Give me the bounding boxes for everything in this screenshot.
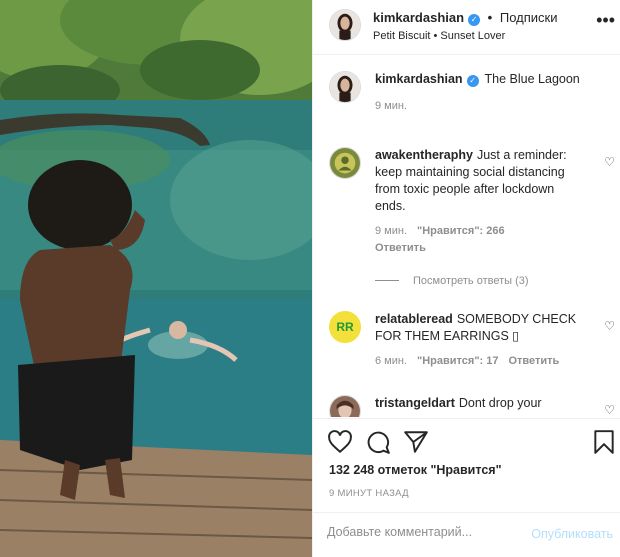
- caption-text: The Blue Lagoon: [484, 72, 580, 86]
- comment-body: awakentheraphy Just a reminder: keep main…: [375, 147, 587, 257]
- caption-meta: 9 мин.: [375, 98, 615, 115]
- comment-username[interactable]: relatableread: [375, 312, 453, 326]
- comment-time[interactable]: 9 мин.: [375, 225, 407, 237]
- commenter-avatar[interactable]: RR: [329, 311, 361, 343]
- comment-icon[interactable]: [365, 429, 391, 455]
- post-timestamp[interactable]: 9 МИНУТ НАЗАД: [329, 488, 409, 499]
- add-comment-bar: Опубликовать: [313, 512, 620, 557]
- comments-list[interactable]: kimkardashian ✓ The Blue Lagoon 9 мин. awa…: [313, 55, 620, 417]
- caption-username[interactable]: kimkardashian: [375, 72, 463, 86]
- comment-meta: 6 мин. "Нравится": 17 Ответить: [375, 353, 587, 370]
- caption-body: kimkardashian ✓ The Blue Lagoon 9 мин.: [375, 71, 615, 115]
- commenter-avatar[interactable]: [329, 147, 361, 179]
- following-button[interactable]: Подписки: [500, 10, 558, 25]
- more-options-icon[interactable]: •••: [596, 10, 615, 31]
- share-icon[interactable]: [403, 429, 429, 455]
- reply-button[interactable]: Ответить: [508, 355, 559, 367]
- comment-meta: 9 мин. "Нравится": 266 Ответить: [375, 223, 587, 257]
- lagoon-scene-image: [0, 0, 312, 557]
- comment-input[interactable]: [327, 525, 517, 539]
- comment-body: relatableread SOMEBODY CHECK FOR THEM EAR…: [375, 311, 587, 370]
- author-line: kimkardashian ✓ • Подписки: [373, 10, 557, 26]
- reply-button[interactable]: Ответить: [375, 242, 426, 254]
- post-media-video[interactable]: [0, 0, 312, 557]
- publish-button[interactable]: Опубликовать: [531, 527, 613, 541]
- comment-username[interactable]: awakentheraphy: [375, 148, 473, 162]
- author-username[interactable]: kimkardashian: [373, 10, 464, 25]
- author-avatar[interactable]: [329, 71, 361, 103]
- comment-body: tristangeldart Dont drop your: [375, 395, 587, 412]
- replies-divider-line: [375, 280, 399, 281]
- likes-count[interactable]: 132 248 отметок "Нравится": [329, 463, 502, 477]
- verified-badge-icon: ✓: [466, 75, 479, 87]
- audio-track-link[interactable]: Petit Biscuit • Sunset Lover: [373, 30, 505, 42]
- comment-like-heart-icon[interactable]: ♡: [604, 403, 615, 417]
- commenter-avatar[interactable]: [329, 395, 361, 417]
- comment-likes-count[interactable]: "Нравится": 17: [417, 355, 498, 367]
- view-replies-label[interactable]: Посмотреть ответы (3): [413, 275, 529, 287]
- comment-likes-count[interactable]: "Нравится": 266: [417, 225, 505, 237]
- verified-badge-icon: ✓: [468, 14, 481, 26]
- comment-like-heart-icon[interactable]: ♡: [604, 319, 615, 333]
- comment-text: Dont drop your: [458, 396, 542, 410]
- comment-time[interactable]: 6 мин.: [375, 355, 407, 367]
- post-sidebar: kimkardashian ✓ • Подписки Petit Biscuit …: [312, 0, 620, 557]
- post-actions: 132 248 отметок "Нравится" 9 МИНУТ НАЗАД: [313, 418, 620, 518]
- separator-dot: •: [487, 10, 493, 25]
- post-header: kimkardashian ✓ • Подписки Petit Biscuit …: [313, 0, 620, 55]
- comment-username[interactable]: tristangeldart: [375, 396, 455, 410]
- comment-like-heart-icon[interactable]: ♡: [604, 155, 615, 169]
- bookmark-icon[interactable]: [591, 429, 617, 455]
- author-avatar[interactable]: [329, 9, 361, 41]
- rr-avatar-text: RR: [336, 320, 354, 334]
- instagram-post: kimkardashian ✓ • Подписки Petit Biscuit …: [0, 0, 620, 557]
- heart-icon[interactable]: [327, 429, 353, 455]
- caption-time[interactable]: 9 мин.: [375, 100, 407, 112]
- view-replies-link[interactable]: Посмотреть ответы (3): [375, 275, 529, 287]
